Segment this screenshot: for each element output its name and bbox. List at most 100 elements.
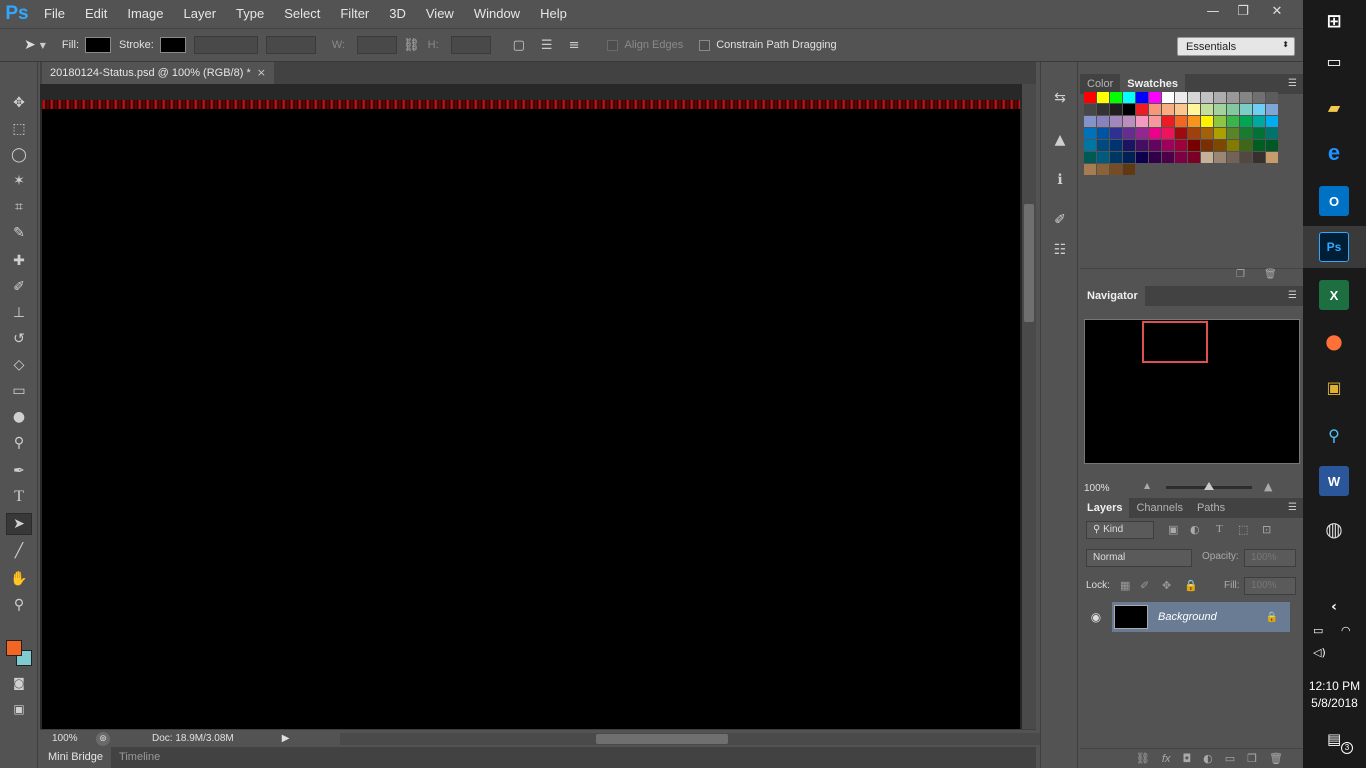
smart-object-filter-icon[interactable]: ⊡	[1262, 523, 1271, 536]
quick-mask-icon[interactable]: ◙	[6, 672, 32, 694]
swatch-cell[interactable]	[1162, 128, 1174, 139]
histogram-panel-icon[interactable]: ▲	[1049, 130, 1071, 150]
swatch-cell[interactable]	[1253, 92, 1265, 103]
menu-file[interactable]: File	[34, 0, 75, 28]
menu-view[interactable]: View	[416, 0, 464, 28]
tab-channels[interactable]: Channels	[1129, 498, 1189, 518]
swatch-cell[interactable]	[1188, 140, 1200, 151]
swatch-cell[interactable]	[1214, 140, 1226, 151]
swatch-cell[interactable]	[1227, 116, 1239, 127]
align-edges-checkbox[interactable]	[607, 39, 619, 51]
width-input[interactable]	[357, 36, 398, 54]
swatch-cell[interactable]	[1201, 104, 1213, 115]
blend-mode-select[interactable]: Normal	[1086, 549, 1192, 567]
swatch-cell[interactable]	[1253, 128, 1265, 139]
swatch-cell[interactable]	[1253, 116, 1265, 127]
brush-presets-icon[interactable]: ✐	[1049, 210, 1071, 230]
swatch-cell[interactable]	[1266, 104, 1278, 115]
swatch-cell[interactable]	[1084, 116, 1096, 127]
eyedropper-icon[interactable]: ✎	[6, 222, 32, 244]
wifi-icon[interactable]: ◠	[1341, 624, 1351, 637]
hand-tool-icon[interactable]: ✋	[6, 568, 32, 590]
navigator-zoom-value[interactable]: 100%	[1084, 483, 1110, 494]
path-operations-icon[interactable]: ▢	[513, 38, 525, 53]
app-installer-icon[interactable]: ▣	[1319, 372, 1349, 402]
tab-paths[interactable]: Paths	[1190, 498, 1232, 518]
word-icon[interactable]: W	[1319, 466, 1349, 496]
adjustments-panel-icon[interactable]: ☷	[1049, 240, 1071, 260]
link-icon[interactable]: ⛓	[403, 38, 420, 53]
swatch-cell[interactable]	[1084, 104, 1096, 115]
swatch-cell[interactable]	[1266, 92, 1278, 103]
firefox-icon[interactable]: ●	[1319, 326, 1349, 356]
delete-layer-icon[interactable]: 🗑	[1269, 752, 1283, 765]
swatch-cell[interactable]	[1227, 128, 1239, 139]
swatch-cell[interactable]	[1097, 128, 1109, 139]
swatch-cell[interactable]	[1266, 128, 1278, 139]
minimize-button[interactable]: —	[1198, 0, 1228, 22]
document-tab[interactable]: 20180124-Status.psd @ 100% (RGB/8) * ×	[42, 62, 274, 84]
lock-transparent-icon[interactable]: ▦	[1120, 579, 1130, 592]
swatch-cell[interactable]	[1162, 140, 1174, 151]
shape-filter-icon[interactable]: ⬚	[1238, 523, 1248, 536]
swatch-cell[interactable]	[1175, 128, 1187, 139]
swatch-cell[interactable]	[1110, 152, 1122, 163]
close-button[interactable]: ✕	[1262, 0, 1292, 22]
swatch-cell[interactable]	[1136, 116, 1148, 127]
swatch-cell[interactable]	[1136, 92, 1148, 103]
group-icon[interactable]: ▭	[1225, 752, 1235, 765]
vertical-scroll-thumb[interactable]	[1024, 204, 1034, 322]
fill-swatch[interactable]	[85, 37, 111, 53]
close-tab-icon[interactable]: ×	[257, 62, 266, 84]
swatch-cell[interactable]	[1110, 104, 1122, 115]
swatch-cell[interactable]	[1188, 116, 1200, 127]
swatch-cell[interactable]	[1227, 104, 1239, 115]
lock-position-icon[interactable]: ✥	[1162, 579, 1171, 592]
stroke-swatch[interactable]	[159, 37, 186, 53]
swatch-cell[interactable]	[1149, 92, 1161, 103]
swatch-cell[interactable]	[1084, 128, 1096, 139]
restore-button[interactable]: ❐	[1228, 0, 1258, 22]
swatch-cell[interactable]	[1240, 104, 1252, 115]
search-app-icon[interactable]: ⚲	[1319, 420, 1349, 450]
menu-edit[interactable]: Edit	[75, 0, 117, 28]
swatch-cell[interactable]	[1084, 140, 1096, 151]
swatch-cell[interactable]	[1123, 116, 1135, 127]
path-alignment-icon[interactable]: ☰	[541, 38, 553, 53]
swatch-cell[interactable]	[1240, 140, 1252, 151]
line-tool-icon[interactable]: ╱	[6, 540, 32, 562]
marquee-tool-icon[interactable]: ⬚	[6, 118, 32, 140]
swatch-cell[interactable]	[1136, 128, 1148, 139]
trash-icon[interactable]: 🗑	[1264, 269, 1277, 280]
swatch-cell[interactable]	[1201, 140, 1213, 151]
swatch-cell[interactable]	[1227, 140, 1239, 151]
swatch-cell[interactable]	[1227, 152, 1239, 163]
battery-icon[interactable]: ▭	[1313, 624, 1323, 637]
swatch-cell[interactable]	[1175, 152, 1187, 163]
layers-menu-icon[interactable]: ☰	[1288, 502, 1297, 513]
tab-swatches[interactable]: Swatches	[1120, 74, 1186, 94]
swatch-cell[interactable]	[1201, 116, 1213, 127]
navigator-preview[interactable]	[1084, 319, 1300, 464]
menu-filter[interactable]: Filter	[330, 0, 379, 28]
swatch-cell[interactable]	[1214, 104, 1226, 115]
menu-3d[interactable]: 3D	[379, 0, 416, 28]
lock-pixels-icon[interactable]: ✐	[1140, 579, 1149, 592]
swatch-cell[interactable]	[1149, 104, 1161, 115]
swatch-cell[interactable]	[1123, 128, 1135, 139]
swatch-cell[interactable]	[1097, 92, 1109, 103]
app-disc-icon[interactable]: ◍	[1319, 514, 1349, 544]
swatch-cell[interactable]	[1253, 152, 1265, 163]
swatch-cell[interactable]	[1097, 116, 1109, 127]
zoom-level[interactable]: 100%	[52, 733, 88, 744]
swatch-cell[interactable]	[1084, 92, 1096, 103]
chevron-down-icon[interactable]: ▼	[40, 41, 46, 50]
task-view-icon[interactable]: ▭	[1319, 46, 1349, 76]
document-canvas[interactable]	[42, 100, 1020, 729]
adjustment-layer-icon[interactable]: ◐	[1203, 752, 1213, 765]
menu-window[interactable]: Window	[464, 0, 530, 28]
taskbar-clock[interactable]: 12:10 PM 5/8/2018	[1303, 678, 1366, 712]
swatch-cell[interactable]	[1227, 92, 1239, 103]
history-panel-icon[interactable]: ⇆	[1049, 88, 1071, 108]
swatch-cell[interactable]	[1266, 152, 1278, 163]
